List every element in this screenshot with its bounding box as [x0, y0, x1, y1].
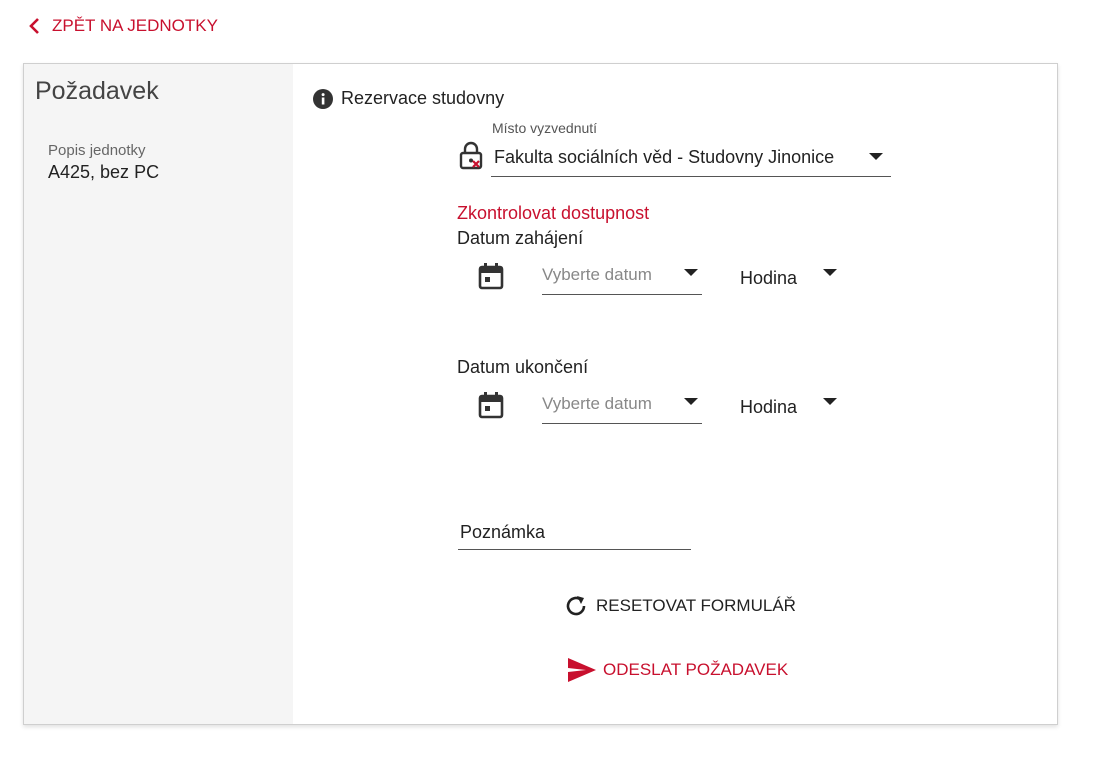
- start-date-picker[interactable]: Vyberte datum: [542, 260, 702, 295]
- pickup-location-label: Místo vyzvednutí: [492, 120, 598, 136]
- check-availability-link[interactable]: Zkontrolovat dostupnost: [457, 203, 649, 224]
- chevron-down-icon: [684, 269, 698, 276]
- calendar-icon[interactable]: [478, 262, 504, 290]
- end-date-picker[interactable]: Vyberte datum: [542, 389, 702, 424]
- chevron-down-icon: [869, 153, 883, 160]
- chevron-left-icon: [29, 18, 39, 34]
- start-hour-label: Hodina: [740, 268, 798, 288]
- end-hour-select[interactable]: Hodina: [740, 389, 850, 423]
- reset-form-label: RESETOVAT FORMULÁŘ: [596, 596, 796, 615]
- info-icon: [313, 88, 333, 109]
- end-date-placeholder: Vyberte datum: [542, 394, 652, 413]
- unit-description-label: Popis jednotky: [48, 142, 146, 159]
- back-to-units-link[interactable]: ZPĚT NA JEDNOTKY: [28, 16, 218, 36]
- end-date-label: Datum ukončení: [457, 357, 589, 377]
- sidebar-title: Požadavek: [35, 77, 159, 105]
- sidebar: Požadavek Popis jednotky A425, bez PC: [24, 64, 293, 724]
- pickup-location-select[interactable]: Fakulta sociálních věd - Studovny Jinoni…: [491, 142, 891, 177]
- refresh-icon: [566, 596, 586, 616]
- start-date-label: Datum zahájení: [457, 228, 584, 248]
- unit-description-value: A425, bez PC: [48, 162, 160, 182]
- send-icon: [568, 658, 596, 682]
- submit-request-label: ODESLAT POŽADAVEK: [603, 660, 789, 679]
- submit-request-button[interactable]: ODESLAT POŽADAVEK: [567, 656, 788, 684]
- chevron-down-icon: [684, 398, 698, 405]
- end-hour-label: Hodina: [740, 397, 798, 417]
- start-date-placeholder: Vyberte datum: [542, 265, 652, 284]
- chevron-down-icon: [823, 269, 837, 276]
- chevron-down-icon: [823, 398, 837, 405]
- calendar-icon[interactable]: [478, 391, 504, 419]
- note-field[interactable]: Poznámka: [458, 518, 691, 550]
- back-link-label: ZPĚT NA JEDNOTKY: [52, 16, 218, 35]
- info-text: Rezervace studovny: [341, 88, 505, 108]
- info-row: Rezervace studovny: [313, 88, 504, 109]
- pickup-location-value: Fakulta sociálních věd - Studovny Jinoni…: [494, 147, 835, 167]
- note-label: Poznámka: [460, 522, 546, 542]
- start-hour-select[interactable]: Hodina: [740, 260, 850, 294]
- lock-icon: [459, 141, 483, 170]
- reset-form-button[interactable]: RESETOVAT FORMULÁŘ: [564, 594, 796, 618]
